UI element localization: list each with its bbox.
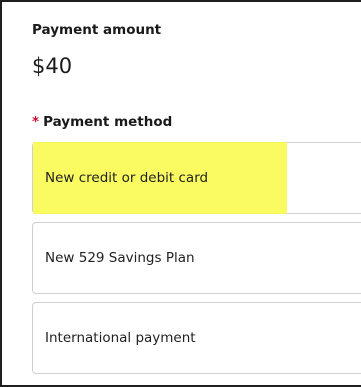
required-marker: * <box>32 114 40 130</box>
payment-option-529-savings-plan[interactable]: New 529 Savings Plan <box>32 222 361 294</box>
payment-method-label: * Payment method <box>32 114 172 130</box>
payment-panel: Payment amount $40 * Payment method New c… <box>0 0 361 387</box>
payment-option-label: New credit or debit card <box>45 170 209 186</box>
payment-option-label: International payment <box>45 330 196 346</box>
payment-option-label: New 529 Savings Plan <box>45 250 195 266</box>
payment-amount-label: Payment amount <box>32 22 162 38</box>
payment-method-label-text: Payment method <box>43 114 173 130</box>
payment-amount-value: $40 <box>32 54 73 78</box>
payment-option-international-payment[interactable]: International payment <box>32 302 361 374</box>
